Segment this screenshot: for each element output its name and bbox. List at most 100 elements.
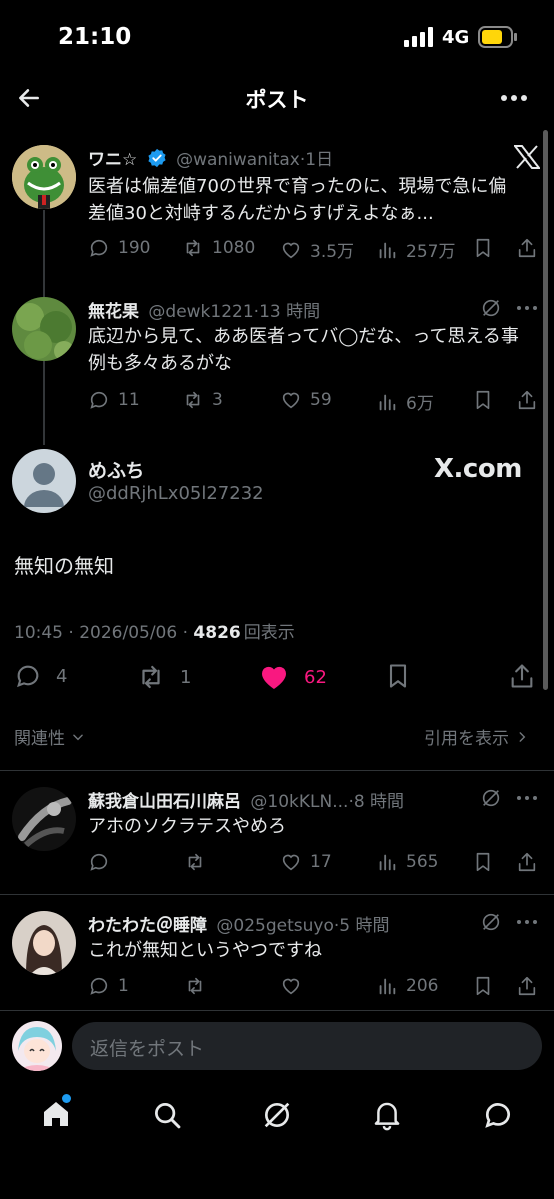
share-icon[interactable] (516, 237, 538, 259)
reply-action[interactable]: 190 (88, 237, 150, 259)
post-text: 底辺から見て、ああ医者ってバ◯だな、って思える事例も多々あるがな (88, 326, 519, 374)
like-count: 3.5万 (310, 242, 355, 262)
reply-count: 4 (56, 665, 68, 687)
repost-count: 1 (180, 666, 192, 688)
repost-icon (188, 853, 202, 871)
reply-icon (90, 391, 108, 409)
views-action[interactable]: 565 (376, 851, 438, 873)
repost-icon (186, 239, 200, 257)
my-avatar[interactable] (12, 1021, 62, 1071)
more-options-icon[interactable] (516, 305, 538, 311)
chevron-down-icon (73, 734, 83, 740)
like-action[interactable]: 59 (280, 389, 332, 411)
reply-post[interactable]: わたわた＠睡障 @025getsuyo·5 時間 これが無知というやつですね 1… (0, 895, 554, 1010)
grok-icon[interactable] (480, 297, 502, 319)
notification-dot (62, 1094, 71, 1103)
grok-icon[interactable] (480, 787, 502, 809)
main-post-timestamp: 10:45 · 2026/05/06 · (14, 623, 194, 643)
author-name[interactable]: 蘇我倉山田石川麻呂 (88, 792, 241, 812)
more-options-icon[interactable] (500, 94, 528, 102)
author-handle[interactable]: @10kKLN... (250, 792, 348, 812)
repost-action[interactable]: 1080 (182, 237, 255, 259)
bottom-nav (0, 1082, 554, 1199)
author-handle[interactable]: @dewk1221 (148, 302, 253, 322)
thread-post[interactable]: ワニ☆ @waniwanitax·1日 医者は偏差値70の世界で育ったのに、現場… (0, 135, 554, 285)
views-action[interactable]: 257万 (376, 237, 455, 262)
message-icon (485, 1103, 510, 1128)
main-post-views-label: 回表示 (243, 623, 295, 643)
main-reply-action[interactable]: 4 (14, 662, 67, 690)
repost-count: 1080 (212, 238, 256, 258)
share-icon[interactable] (516, 851, 538, 873)
share-icon[interactable] (516, 389, 538, 411)
main-avatar[interactable] (12, 449, 76, 513)
page-title: ポスト (245, 88, 309, 112)
bookmark-icon[interactable] (472, 975, 494, 997)
status-bar: 21:10 4G (0, 0, 554, 72)
post-time: ·13 時間 (253, 302, 321, 322)
like-action[interactable] (280, 975, 310, 997)
reply-icon (90, 239, 108, 257)
reply-action[interactable]: 1 (88, 975, 129, 997)
reply-icon (17, 665, 39, 688)
show-quotes-link[interactable]: 引用を表示 (424, 724, 529, 749)
bookmark-icon[interactable] (472, 851, 494, 873)
bell-icon (374, 1102, 400, 1131)
heart-icon (282, 242, 300, 258)
post-time: ·5 時間 (333, 916, 390, 936)
main-like-action[interactable]: 62 (258, 661, 327, 693)
main-author-name[interactable]: めふち (88, 456, 144, 483)
reply-icon (90, 977, 108, 995)
author-handle[interactable]: @waniwanitax (176, 150, 300, 170)
views-action[interactable]: 206 (376, 975, 438, 997)
main-author-handle[interactable]: @ddRjhLx05l27232 (88, 483, 264, 504)
repost-action[interactable] (184, 975, 214, 997)
main-share-icon[interactable] (508, 662, 536, 690)
repost-icon (186, 391, 200, 409)
reply-action[interactable] (88, 851, 118, 873)
avatar[interactable] (12, 297, 76, 361)
nav-messages[interactable] (482, 1099, 514, 1131)
nav-grok[interactable] (261, 1099, 293, 1131)
repost-action[interactable] (184, 851, 214, 873)
author-name[interactable]: ワニ☆ (88, 150, 137, 170)
main-repost-action[interactable]: 1 (136, 662, 191, 692)
nav-notifications[interactable] (372, 1099, 402, 1131)
reply-input[interactable]: 返信をポスト (72, 1022, 542, 1070)
more-options-icon[interactable] (516, 795, 538, 801)
nav-search[interactable] (152, 1100, 182, 1130)
author-handle[interactable]: @025getsuyo (216, 916, 333, 936)
reply-action[interactable]: 11 (88, 389, 140, 411)
author-name[interactable]: わたわた＠睡障 (88, 916, 207, 936)
avatar[interactable] (12, 787, 76, 851)
like-action[interactable]: 3.5万 (280, 237, 354, 262)
bookmark-icon[interactable] (472, 237, 494, 259)
reply-post[interactable]: 蘇我倉山田石川麻呂 @10kKLN...·8 時間 アホのソクラテスやめろ 17… (0, 771, 554, 894)
post-time: ·8 時間 (348, 792, 405, 812)
thread-post[interactable]: 無花果 @dewk1221·13 時間 底辺から見て、ああ医者ってバ◯だな、って… (0, 285, 554, 435)
views-action[interactable]: 6万 (376, 389, 434, 414)
repost-action[interactable]: 3 (182, 389, 223, 411)
views-icon (379, 242, 396, 258)
relevance-sort[interactable]: 関連性 (14, 724, 85, 749)
nav-home[interactable] (40, 1094, 72, 1130)
views-icon (379, 394, 396, 410)
reply-icon (90, 853, 108, 871)
more-options-icon[interactable] (516, 919, 538, 925)
bookmark-icon[interactable] (472, 389, 494, 411)
main-bookmark-icon[interactable] (384, 662, 412, 690)
view-count: 257万 (406, 242, 456, 262)
views-icon (379, 854, 396, 871)
like-action[interactable]: 17 (280, 851, 332, 873)
grok-icon[interactable] (480, 911, 502, 933)
brand-watermark: X.com (434, 454, 522, 484)
views-icon (379, 978, 396, 995)
avatar[interactable] (12, 911, 76, 975)
show-quotes-label: 引用を表示 (424, 729, 509, 749)
heart-icon (282, 392, 300, 409)
verified-badge-icon (147, 148, 167, 168)
main-post-views: 4826 (193, 623, 241, 643)
avatar[interactable] (12, 145, 76, 209)
share-icon[interactable] (516, 975, 538, 997)
author-name[interactable]: 無花果 (88, 302, 139, 322)
